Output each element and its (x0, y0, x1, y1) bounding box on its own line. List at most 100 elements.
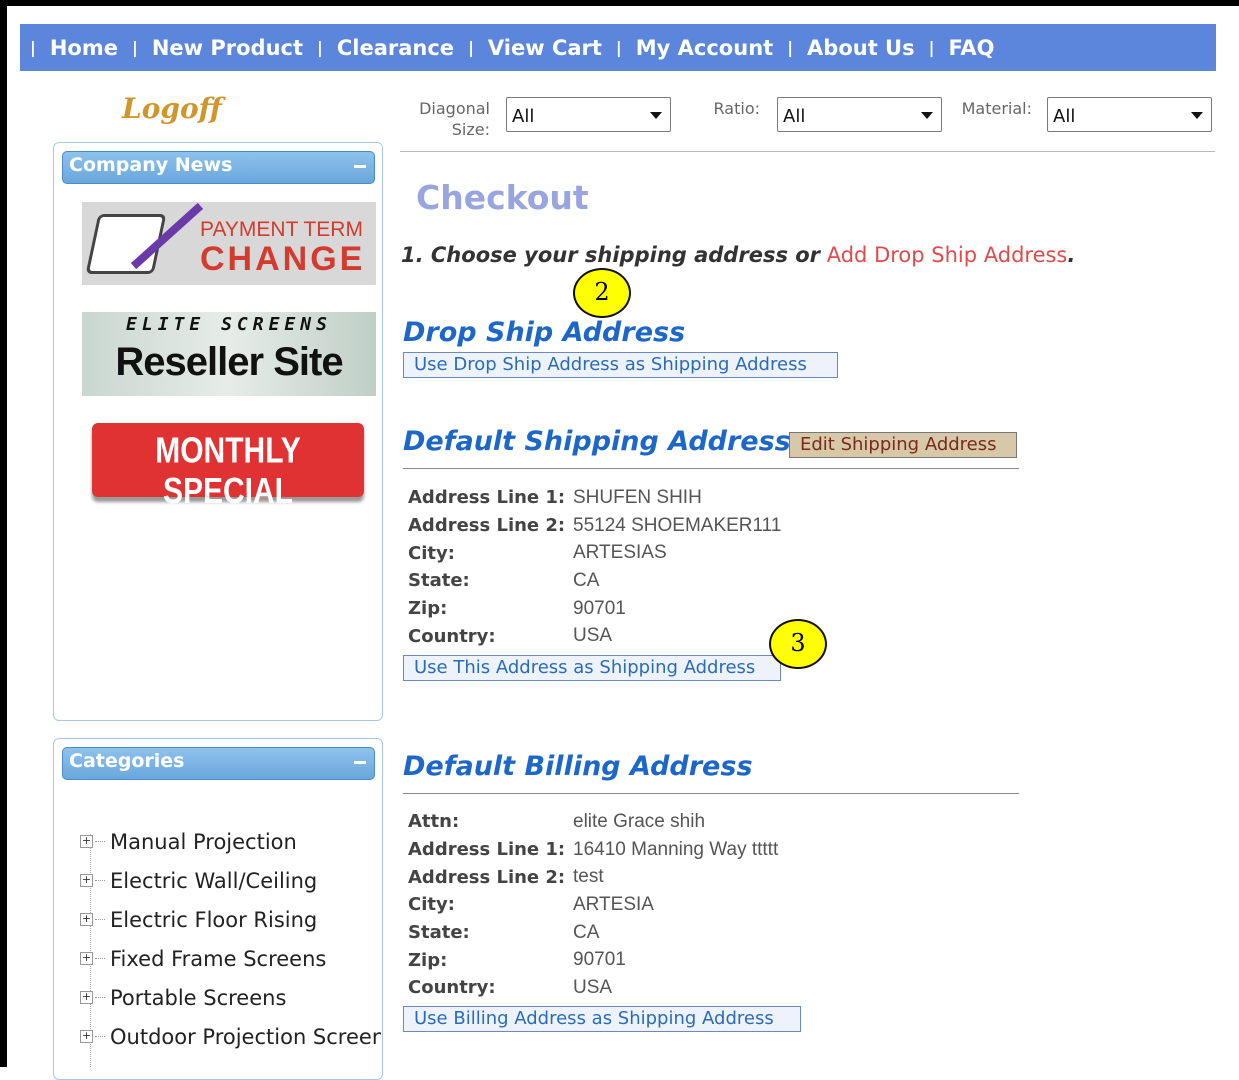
category-label: Fixed Frame Screens (110, 946, 327, 971)
address-row: Country: USA (408, 622, 781, 650)
field-value: elite Grace shih (573, 810, 706, 832)
expand-icon[interactable]: + (80, 913, 93, 926)
address-row: Zip: 90701 (408, 595, 781, 623)
size-label-line: Size: (451, 120, 490, 139)
nav-clearance[interactable]: Clearance (337, 36, 454, 60)
expand-icon[interactable]: + (80, 835, 93, 848)
field-label: Address Line 1: (408, 487, 566, 509)
use-shipping-address-button[interactable]: Use This Address as Shipping Address (403, 655, 781, 681)
nav-separator: | (131, 38, 138, 57)
category-item-fixed-frame-screens[interactable]: + Fixed Frame Screens (80, 939, 381, 978)
select-value: All (783, 106, 806, 127)
address-row: Zip: 90701 (408, 946, 778, 974)
nav-separator: | (928, 38, 935, 57)
banner-text: MONTHLY SPECIAL (155, 431, 301, 512)
nav-separator: | (30, 38, 36, 57)
address-row: Attn: elite Grace shih (408, 808, 778, 836)
nav-my-account[interactable]: My Account (636, 36, 773, 60)
step-period: . (1067, 243, 1076, 267)
banner-text: PAYMENT TERM (200, 218, 363, 241)
diagonal-size-label: Diagonal Size: (410, 98, 490, 140)
category-item-portable-screens[interactable]: + Portable Screens (80, 978, 381, 1017)
select-value: All (1053, 106, 1076, 127)
shipping-address-block: Address Line 1: SHUFEN SHIH Address Line … (408, 484, 781, 650)
callout-marker: 2 (573, 268, 631, 318)
field-label: Country: (408, 977, 496, 999)
billing-address-block: Attn: elite Grace shih Address Line 1: 164… (408, 808, 778, 1002)
nav-faq[interactable]: FAQ (948, 36, 994, 60)
category-tree: + Manual Projection + Electric Wall/Ceil… (80, 822, 381, 1056)
category-item-electric-wall-ceiling[interactable]: + Electric Wall/Ceiling (80, 861, 381, 900)
monthly-special-banner[interactable]: MONTHLY SPECIAL (92, 423, 364, 512)
category-label: Electric Wall/Ceiling (110, 868, 318, 893)
payment-term-change-banner[interactable]: PAYMENT TERM CHANGE (82, 202, 376, 285)
nav-home[interactable]: Home (50, 36, 118, 60)
nav-separator: | (317, 38, 323, 57)
drop-ship-title: Drop Ship Address (403, 317, 686, 348)
page-title: Checkout (416, 178, 589, 217)
categories-header: Categories (62, 747, 375, 780)
expand-icon[interactable]: + (80, 952, 93, 965)
field-label: Address Line 2: (408, 866, 566, 888)
minimize-icon[interactable] (354, 761, 366, 764)
window-left-border (0, 0, 7, 1067)
section-divider (403, 793, 1019, 794)
field-value: SHUFEN SHIH (573, 486, 702, 508)
nav-separator: | (787, 38, 794, 57)
field-value: 90701 (573, 597, 626, 619)
address-row: City: ARTESIAS (408, 539, 781, 567)
nav-about-us[interactable]: About Us (807, 36, 915, 60)
ratio-select[interactable]: All (777, 97, 942, 132)
field-label: Address Line 1: (408, 839, 566, 861)
field-value: CA (573, 569, 600, 591)
field-label: City: (408, 894, 455, 916)
material-select[interactable]: All (1047, 97, 1212, 132)
category-item-electric-floor-rising[interactable]: + Electric Floor Rising (80, 900, 381, 939)
category-label: Electric Floor Rising (110, 907, 318, 932)
category-tree-clip: + Manual Projection + Electric Wall/Ceil… (56, 780, 381, 1067)
category-item-outdoor-projection[interactable]: + Outdoor Projection Screen (80, 1017, 381, 1056)
diagonal-label-line: Diagonal (419, 99, 490, 118)
address-row: Address Line 2: 55124 SHOEMAKER111 (408, 512, 781, 540)
nav-new-product[interactable]: New Product (152, 36, 303, 60)
top-nav: | Home | New Product | Clearance | View … (20, 24, 1216, 71)
nav-view-cart[interactable]: View Cart (488, 36, 602, 60)
select-value: All (512, 106, 535, 127)
tree-connector (95, 958, 105, 959)
field-label: Attn: (408, 811, 460, 833)
edit-shipping-button[interactable]: Edit Shipping Address (789, 432, 1017, 458)
use-drop-ship-button[interactable]: Use Drop Ship Address as Shipping Addres… (403, 352, 838, 378)
category-label: Portable Screens (110, 985, 287, 1010)
company-news-title: Company News (69, 154, 233, 176)
tree-connector (95, 1036, 105, 1037)
field-label: State: (408, 570, 470, 592)
field-value: ARTESIA (573, 893, 654, 915)
banner-text: Reseller Site (115, 340, 343, 384)
field-label: Address Line 2: (408, 515, 566, 537)
step-instruction: 1. Choose your shipping address or Add D… (401, 243, 1075, 267)
nav-separator: | (468, 38, 474, 57)
chevron-down-icon (921, 112, 933, 119)
categories-title: Categories (69, 750, 185, 772)
category-item-manual-projection[interactable]: + Manual Projection (80, 822, 381, 861)
tree-connector (95, 997, 105, 998)
field-label: State: (408, 922, 470, 944)
address-row: Country: USA (408, 974, 778, 1002)
logoff-link[interactable]: Logoff (122, 92, 222, 125)
add-drop-ship-link[interactable]: Add Drop Ship Address (827, 243, 1068, 267)
expand-icon[interactable]: + (80, 874, 93, 887)
chevron-down-icon (650, 112, 662, 119)
field-label: Zip: (408, 949, 448, 971)
ratio-label: Ratio: (713, 99, 760, 118)
banner-text: ELITE SCREENS (126, 314, 332, 335)
address-row: State: CA (408, 567, 781, 595)
reseller-site-banner[interactable]: ELITE SCREENS Reseller Site (82, 312, 376, 396)
diagonal-size-select[interactable]: All (506, 97, 671, 132)
use-billing-address-button[interactable]: Use Billing Address as Shipping Address (403, 1006, 801, 1032)
expand-icon[interactable]: + (80, 991, 93, 1004)
banner-text: CHANGE (200, 240, 366, 278)
filter-divider (400, 151, 1215, 152)
minimize-icon[interactable] (354, 165, 366, 168)
nav-separator: | (615, 38, 622, 57)
expand-icon[interactable]: + (80, 1030, 93, 1043)
